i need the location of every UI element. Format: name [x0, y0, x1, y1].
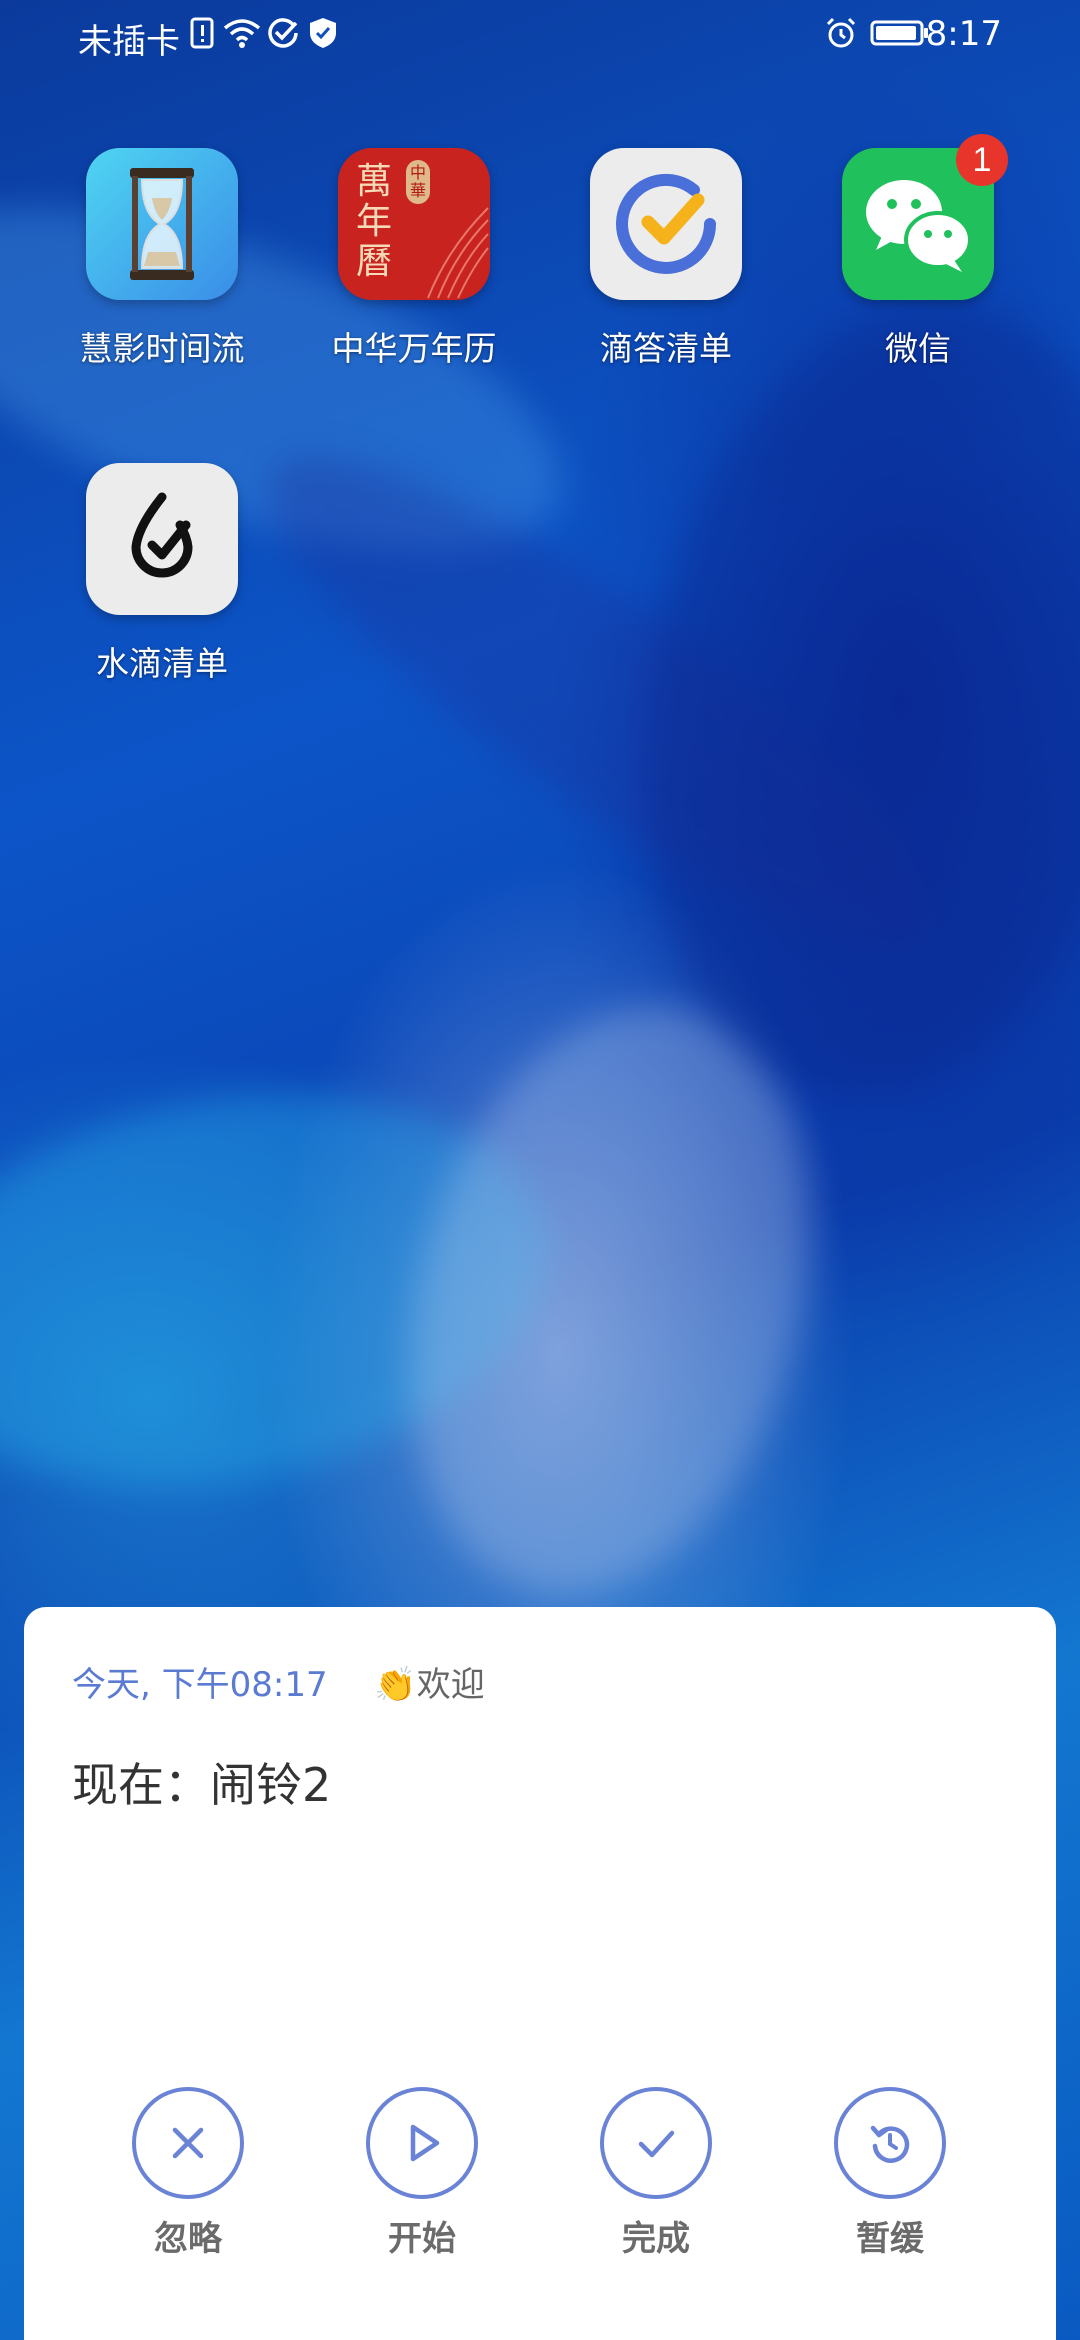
clock: 8:17 [925, 14, 1002, 54]
unread-badge: 1 [956, 134, 1008, 186]
carrier-label: 未插卡 [78, 22, 180, 62]
notification-time: 今天, 下午08:17 [72, 1665, 328, 1705]
app-ticktick[interactable]: 滴答清单 [541, 148, 791, 370]
battery-icon [870, 16, 930, 50]
shield-icon [306, 16, 340, 50]
snooze-button[interactable]: 暂缓 [810, 2087, 970, 2260]
water-drop-check-icon [86, 463, 238, 615]
hourglass-icon [86, 148, 238, 300]
app-wannianli[interactable]: 萬年曆 中華 中华万年历 [289, 148, 539, 370]
action-label: 忽略 [154, 2219, 222, 2259]
sim-alert-icon [186, 16, 220, 50]
calendar-seal-text: 中華 [409, 163, 426, 200]
app-shuidi[interactable]: 水滴清单 [37, 463, 287, 685]
ticktick-icon [590, 148, 742, 300]
app-label: 水滴清单 [96, 644, 228, 683]
calendar-icon-text: 萬年曆 [355, 161, 392, 282]
app-label: 慧影时间流 [79, 329, 245, 368]
notification-title: 现在：闹铃2 [72, 1758, 332, 1812]
welcome-label: 欢迎 [416, 1665, 485, 1705]
welcome-text: 👏欢迎 [374, 1665, 484, 1705]
clap-emoji-icon: 👏 [374, 1665, 417, 1705]
home-screen: 未插卡 8:17 慧影时间流 萬年曆 中華 中华万年历 滴答清单 1 微信 水滴… [0, 0, 1080, 2340]
app-wechat[interactable]: 1 微信 [793, 134, 1043, 370]
app-huiying[interactable]: 慧影时间流 [37, 148, 287, 370]
reminder-notification-card[interactable]: 今天, 下午08:17 👏欢迎 现在：闹铃2 忽略 开始 完成 暂缓 [24, 1607, 1056, 2340]
alarm-icon [824, 16, 858, 50]
play-icon [366, 2087, 478, 2199]
complete-button[interactable]: 完成 [576, 2087, 736, 2260]
wechat-icon: 1 [842, 134, 1008, 300]
wifi-icon [222, 16, 262, 50]
status-bar: 未插卡 8:17 [0, 0, 1080, 70]
start-button[interactable]: 开始 [342, 2087, 502, 2260]
action-label: 完成 [622, 2219, 690, 2259]
calendar-icon: 萬年曆 中華 [338, 148, 490, 300]
ignore-button[interactable]: 忽略 [108, 2087, 268, 2260]
check-circle-icon [266, 16, 300, 50]
notification-meta: 今天, 下午08:17 👏欢迎 [72, 1657, 485, 1706]
app-label: 滴答清单 [600, 329, 732, 368]
app-label: 中华万年历 [331, 329, 497, 368]
check-icon [600, 2087, 712, 2199]
close-icon [132, 2087, 244, 2199]
app-label: 微信 [885, 329, 951, 368]
snooze-icon [834, 2087, 946, 2199]
action-label: 暂缓 [856, 2219, 924, 2259]
action-label: 开始 [388, 2219, 456, 2259]
